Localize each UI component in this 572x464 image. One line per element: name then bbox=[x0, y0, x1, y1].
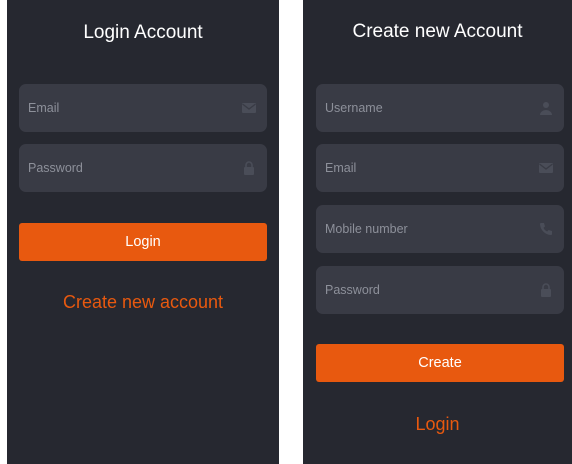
login-button[interactable]: Login bbox=[19, 223, 267, 261]
email-placeholder: Email bbox=[28, 101, 60, 115]
lock-icon bbox=[241, 160, 257, 176]
login-screen: Login Account Email Password Login Creat… bbox=[7, 0, 279, 464]
mail-icon bbox=[538, 160, 554, 176]
password-field[interactable]: Password bbox=[316, 266, 564, 314]
password-field[interactable]: Password bbox=[19, 144, 267, 192]
login-link[interactable]: Login bbox=[303, 414, 572, 435]
mobile-placeholder: Mobile number bbox=[325, 222, 408, 236]
create-account-link[interactable]: Create new account bbox=[7, 292, 279, 313]
create-account-screen: Create new Account Username Email Mobile… bbox=[303, 0, 572, 464]
mail-icon bbox=[241, 100, 257, 116]
create-title: Create new Account bbox=[352, 21, 523, 42]
login-title: Login Account bbox=[83, 22, 203, 43]
password-placeholder: Password bbox=[28, 161, 83, 175]
phone-icon bbox=[538, 221, 554, 237]
username-placeholder: Username bbox=[325, 101, 383, 115]
email-field[interactable]: Email bbox=[316, 144, 564, 192]
username-field[interactable]: Username bbox=[316, 84, 564, 132]
user-icon bbox=[538, 100, 554, 116]
email-field[interactable]: Email bbox=[19, 84, 267, 132]
mobile-field[interactable]: Mobile number bbox=[316, 205, 564, 253]
lock-icon bbox=[538, 282, 554, 298]
create-button[interactable]: Create bbox=[316, 344, 564, 382]
email-placeholder: Email bbox=[325, 161, 357, 175]
password-placeholder: Password bbox=[325, 283, 380, 297]
